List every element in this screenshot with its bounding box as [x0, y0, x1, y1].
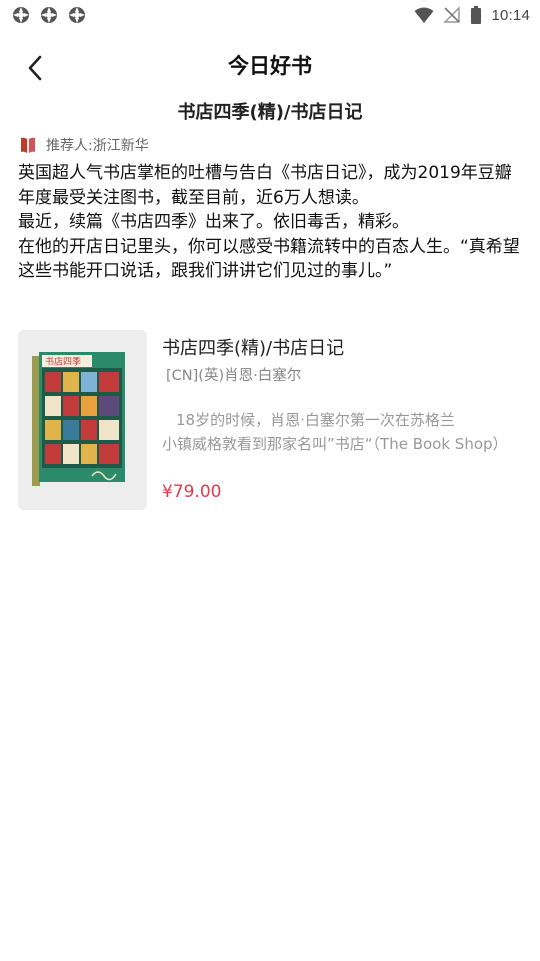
article-title: 书店四季(精)/书店日记 [177, 102, 363, 123]
back-button[interactable] [16, 48, 56, 88]
book-cover-image[interactable]: 书店四季 [18, 330, 147, 510]
recommender-name: 浙江新华 [92, 138, 149, 154]
article-body: 英国超人气书店掌柜的吐槽与告白《书店日记》，成为2019年豆瓣年度最受关注图书，… [18, 161, 523, 284]
book-price: ¥79.00 [162, 482, 222, 502]
book-description: 18岁的时候，肖恩·白塞尔第一次在苏格兰 小镇威格敦看到那家名叫”书店“（The… [162, 408, 520, 456]
book-title[interactable]: 书店四季(精)/书店日记 [162, 336, 344, 362]
app-header: 今日好书 [0, 40, 540, 92]
book-description-line: 18岁的时候，肖恩·白塞尔第一次在苏格兰 [176, 411, 455, 429]
book-card[interactable]: 书店四季 书店四季(精)/书店日记 [CN](英)肖恩·白塞尔 18岁的时候，肖… [18, 330, 523, 510]
status-right-icons: 10:14 [414, 6, 530, 24]
bookstore-logo-icon [18, 135, 38, 155]
recommender-label: 推荐人: [46, 138, 93, 154]
wifi-icon [414, 6, 434, 24]
cover-title-text: 书店四季 [45, 356, 81, 368]
article-paragraph: 最近，续篇《书店四季》出来了。依旧毒舌，精彩。 [18, 212, 409, 232]
back-arrow-icon [26, 55, 46, 81]
status-bar: 10:14 [0, 0, 540, 30]
sync-icon [40, 6, 58, 24]
book-author: [CN](英)肖恩·白塞尔 [166, 368, 302, 384]
battery-icon [470, 6, 482, 24]
recommender: 推荐人: 浙江新华 [18, 135, 149, 155]
page-title: 今日好书 [228, 54, 312, 78]
status-time: 10:14 [491, 6, 530, 24]
article-paragraph: 在他的开店日记里头，你可以感受书籍流转中的百态人生。“真希望这些书能开口说话，跟… [18, 236, 520, 282]
no-signal-icon [443, 6, 461, 24]
article-paragraph: 英国超人气书店掌柜的吐槽与告白《书店日记》，成为2019年豆瓣年度最受关注图书，… [18, 163, 512, 208]
sync-icon [12, 6, 30, 24]
status-left-icons [12, 6, 86, 24]
book-description-line: 小镇威格敦看到那家名叫”书店“（The Book Shop） [162, 435, 508, 453]
sync-icon [68, 6, 86, 24]
